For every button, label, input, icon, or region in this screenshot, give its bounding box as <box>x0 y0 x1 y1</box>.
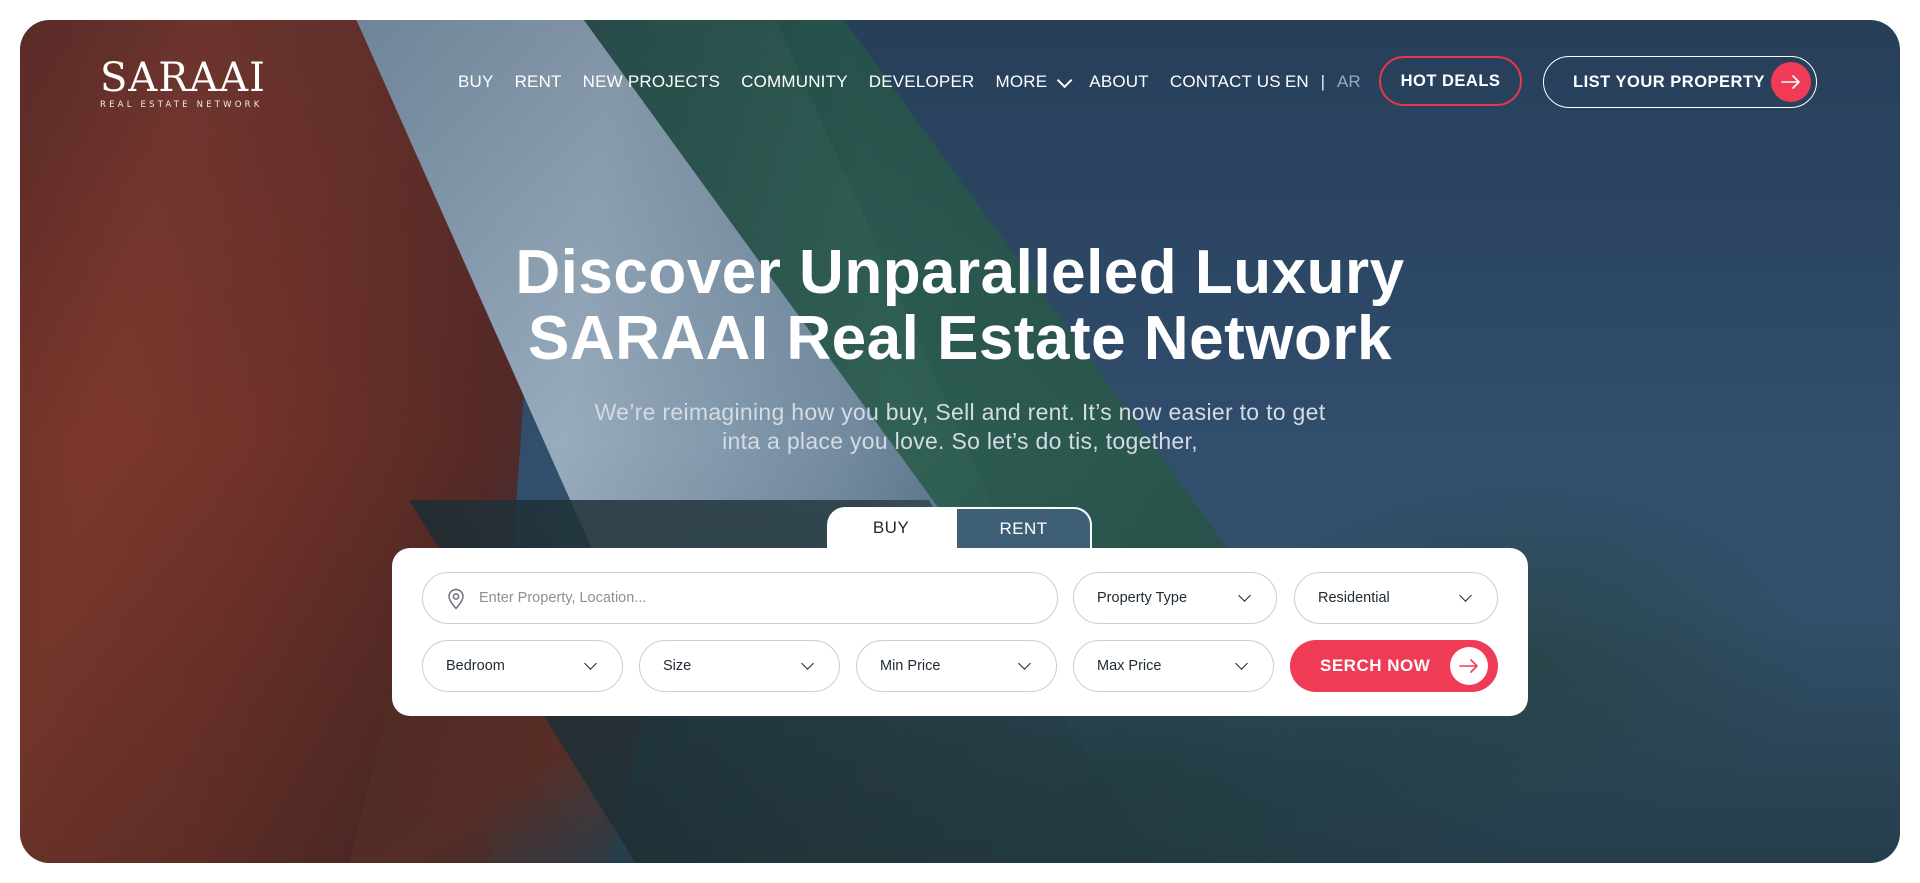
arrow-right-icon <box>1771 62 1811 102</box>
list-property-button[interactable]: LIST YOUR PROPERTY <box>1543 56 1817 108</box>
chevron-down-icon <box>584 657 597 670</box>
chevron-down-icon <box>1018 657 1031 670</box>
location-search-input[interactable] <box>477 589 1001 607</box>
nav-item-about[interactable]: ABOUT <box>1089 72 1149 92</box>
bedroom-select[interactable]: Bedroom <box>422 640 623 692</box>
category-select[interactable]: Residential <box>1294 572 1498 624</box>
nav-item-more[interactable]: MORE <box>995 72 1073 92</box>
nav-item-developer[interactable]: DEVELOPER <box>869 72 975 92</box>
hero-subtitle-line1: We’re reimagining how you buy, Sell and … <box>594 399 1326 425</box>
chevron-down-icon <box>1459 589 1472 602</box>
category-label: Residential <box>1318 590 1390 606</box>
hero-subtitle: We’re reimagining how you buy, Sell and … <box>560 398 1360 456</box>
hot-deals-label: HOT DEALS <box>1400 71 1501 90</box>
lang-en-link[interactable]: EN <box>1285 72 1309 92</box>
max-price-label: Max Price <box>1097 658 1162 674</box>
property-type-select[interactable]: Property Type <box>1073 572 1277 624</box>
property-type-label: Property Type <box>1097 590 1188 606</box>
hot-deals-button[interactable]: HOT DEALS <box>1379 56 1522 106</box>
lang-separator: | <box>1320 72 1326 91</box>
search-tabs: BUY RENT <box>827 507 1092 549</box>
min-price-label: Min Price <box>880 658 941 674</box>
chevron-down-icon <box>801 657 814 670</box>
nav-label: BUY <box>458 72 494 91</box>
size-label: Size <box>663 658 692 674</box>
main-nav: BUY RENT NEW PROJECTS COMMUNITY DEVELOPE… <box>458 72 1281 92</box>
lang-ar-link[interactable]: AR <box>1337 72 1361 92</box>
min-price-select[interactable]: Min Price <box>856 640 1057 692</box>
hero-headline-line2: SARAAI Real Estate Network <box>527 304 1393 373</box>
nav-label: RENT <box>514 72 562 91</box>
nav-label: COMMUNITY <box>741 72 848 91</box>
tab-rent[interactable]: RENT <box>955 507 1092 549</box>
nav-item-new-projects[interactable]: NEW PROJECTS <box>583 72 720 92</box>
search-now-button[interactable]: SERCH NOW <box>1290 640 1498 692</box>
nav-label: CONTACT US <box>1169 72 1281 91</box>
language-switcher: EN | AR <box>1285 72 1361 92</box>
brand-name: SARAAI <box>100 55 266 101</box>
size-select[interactable]: Size <box>639 640 840 692</box>
hero-headline: Discover Unparalleled Luxury SARAAI Real… <box>0 240 1920 372</box>
nav-item-rent[interactable]: RENT <box>515 72 562 92</box>
chevron-down-icon <box>1057 72 1073 88</box>
list-property-label: LIST YOUR PROPERTY <box>1573 72 1766 91</box>
chevron-down-icon <box>1238 589 1251 602</box>
hero-headline-line1: Discover Unparalleled Luxury <box>515 238 1405 307</box>
nav-label: DEVELOPER <box>868 72 975 91</box>
nav-item-contact-us[interactable]: CONTACT US <box>1170 72 1281 92</box>
nav-label: NEW PROJECTS <box>582 72 721 91</box>
nav-label: ABOUT <box>1089 72 1149 91</box>
chevron-down-icon <box>1235 657 1248 670</box>
brand-logo[interactable]: SARAAI REAL ESTATE NETWORK <box>100 58 266 110</box>
brand-tagline: REAL ESTATE NETWORK <box>100 100 263 110</box>
hero-subtitle-line2: inta a place you love. So let’s do tis, … <box>722 428 1198 454</box>
max-price-select[interactable]: Max Price <box>1073 640 1274 692</box>
location-search-field[interactable] <box>422 572 1058 624</box>
nav-item-buy[interactable]: BUY <box>458 72 494 92</box>
bedroom-label: Bedroom <box>446 658 505 674</box>
tab-buy[interactable]: BUY <box>827 507 955 549</box>
nav-label: MORE <box>995 72 1048 91</box>
nav-item-community[interactable]: COMMUNITY <box>741 72 848 92</box>
map-pin-icon <box>447 588 465 614</box>
arrow-right-icon <box>1450 647 1488 685</box>
search-now-label: SERCH NOW <box>1320 656 1431 675</box>
